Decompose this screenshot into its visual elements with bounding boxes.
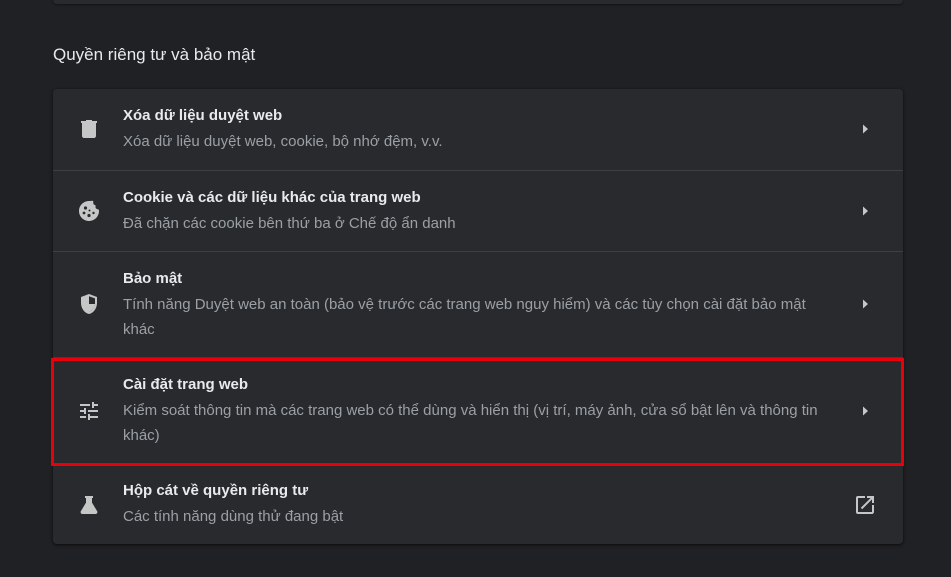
row-site-settings[interactable]: Cài đặt trang web Kiểm soát thông tin mà… xyxy=(53,357,903,463)
privacy-security-card: Xóa dữ liệu duyệt web Xóa dữ liệu duyệt … xyxy=(53,89,903,544)
row-title: Bảo mật xyxy=(123,270,183,287)
row-clear-browsing-data[interactable]: Xóa dữ liệu duyệt web Xóa dữ liệu duyệt … xyxy=(53,89,903,170)
row-title: Cài đặt trang web xyxy=(123,376,249,393)
row-subtitle: Kiểm soát thông tin mà các trang web có … xyxy=(123,402,818,444)
chevron-right-icon xyxy=(853,292,877,316)
chevron-right-icon xyxy=(853,199,877,223)
row-subtitle: Các tính năng dùng thử đang bật xyxy=(123,508,344,525)
shield-icon xyxy=(77,292,101,316)
row-cookies[interactable]: Cookie và các dữ liệu khác của trang web… xyxy=(53,170,903,251)
settings-page: Quyền riêng tư và bảo mật Xóa dữ liệu du… xyxy=(0,0,951,577)
row-text: Xóa dữ liệu duyệt web Xóa dữ liệu duyệt … xyxy=(123,106,823,154)
chevron-right-icon xyxy=(853,399,877,423)
row-text: Hộp cát về quyền riêng tư Các tính năng … xyxy=(123,481,823,529)
row-security[interactable]: Bảo mật Tính năng Duyệt web an toàn (bảo… xyxy=(53,251,903,357)
row-subtitle: Tính năng Duyệt web an toàn (bảo vệ trướ… xyxy=(123,296,806,338)
open-in-new-icon[interactable] xyxy=(853,493,877,517)
row-title: Xóa dữ liệu duyệt web xyxy=(123,107,283,124)
cookie-icon xyxy=(77,199,101,223)
row-subtitle: Xóa dữ liệu duyệt web, cookie, bộ nhớ đệ… xyxy=(123,133,443,150)
previous-section-card xyxy=(53,0,903,4)
trash-icon xyxy=(77,117,101,141)
row-subtitle: Đã chặn các cookie bên thứ ba ở Chế độ ẩ… xyxy=(123,215,456,232)
row-text: Cài đặt trang web Kiểm soát thông tin mà… xyxy=(123,375,823,448)
row-title: Cookie và các dữ liệu khác của trang web xyxy=(123,189,421,206)
row-text: Cookie và các dữ liệu khác của trang web… xyxy=(123,188,823,236)
section-title: Quyền riêng tư và bảo mật xyxy=(53,45,256,64)
row-privacy-sandbox[interactable]: Hộp cát về quyền riêng tư Các tính năng … xyxy=(53,463,903,544)
row-text: Bảo mật Tính năng Duyệt web an toàn (bảo… xyxy=(123,269,823,342)
row-title: Hộp cát về quyền riêng tư xyxy=(123,482,309,499)
chevron-right-icon xyxy=(853,117,877,141)
flask-icon xyxy=(77,493,101,517)
sliders-icon xyxy=(77,399,101,423)
